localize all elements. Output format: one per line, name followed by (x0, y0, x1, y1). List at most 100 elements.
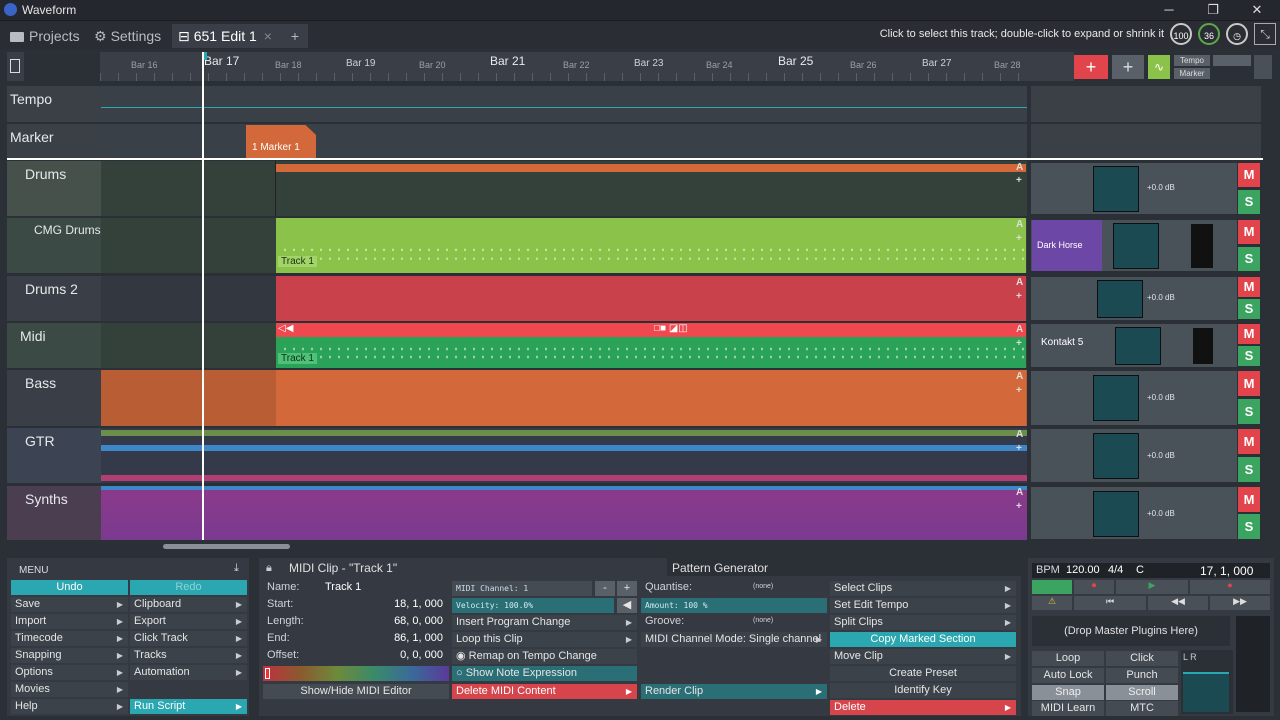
track-header-drums-2[interactable]: Drums 2 (7, 276, 101, 321)
rewind-button[interactable]: ◀◀ (1148, 596, 1208, 610)
marker-toggle[interactable]: Marker (1174, 68, 1210, 79)
add-plugin-icon[interactable]: + (1016, 385, 1022, 396)
menu-export[interactable]: Export ▶ (130, 614, 247, 629)
lock-icon[interactable]: 🔒︎ (266, 562, 272, 575)
end-field[interactable]: 86, 1, 000 (359, 632, 443, 644)
length-field[interactable]: 68, 0, 000 (359, 615, 443, 627)
menu-run-script[interactable]: Run Script ▶ (130, 699, 247, 714)
menu-movies[interactable]: Movies ▶ (11, 682, 128, 697)
drums-2-clip[interactable] (276, 276, 1026, 321)
automation-a-icon[interactable]: A (1016, 487, 1023, 498)
ruler-toggle[interactable] (7, 52, 24, 81)
expand-icon[interactable]: ⤡ (1254, 23, 1276, 45)
punch-button[interactable]: Punch (1106, 668, 1178, 683)
solo-button[interactable]: S (1238, 514, 1260, 539)
add-plugin-icon[interactable]: + (1016, 175, 1022, 186)
record-arm-icon[interactable] (1032, 580, 1072, 594)
bpm-value[interactable]: 120.00 (1066, 564, 1100, 576)
tab-close-icon[interactable]: × (264, 28, 272, 44)
name-field[interactable]: Track 1 (325, 581, 361, 593)
offset-field[interactable]: 0, 0, 000 (359, 649, 443, 661)
select-clips-button[interactable]: Select Clips ▶ (830, 581, 1016, 596)
play-button[interactable]: ▶ (1116, 580, 1188, 594)
remap-tempo-toggle[interactable]: ◉ Remap on Tempo Change (452, 649, 637, 664)
snap-button[interactable]: Snap (1032, 685, 1104, 700)
mute-button[interactable]: M (1238, 371, 1260, 396)
volume-fader[interactable] (1115, 327, 1161, 365)
bass-clip[interactable] (276, 370, 1026, 426)
midi-channel-mode-button[interactable]: MIDI Channel Mode: Single channel ▶ (641, 632, 827, 647)
plugin-kontakt[interactable]: Kontakt 5 (1041, 337, 1083, 348)
menu-import[interactable]: Import ▶ (11, 614, 128, 629)
bass-lane[interactable] (101, 370, 1027, 426)
velocity-slider[interactable]: Velocity: 100.0% (452, 598, 614, 613)
menu-timecode[interactable]: Timecode ▶ (11, 631, 128, 646)
move-clip-button[interactable]: Move Clip ▶ (830, 649, 1016, 664)
solo-button[interactable]: S (1238, 299, 1260, 319)
minimize-button[interactable]: ─ (1157, 1, 1181, 19)
scroll-button[interactable]: Scroll (1106, 685, 1178, 700)
menu-automation[interactable]: Automation ▶ (130, 665, 247, 680)
track-header-drums[interactable]: Drums (7, 161, 101, 216)
midi-lane[interactable]: ◁◀ □■ ◪◫ Track 1 (101, 323, 1027, 368)
mute-button[interactable]: M (1238, 324, 1260, 344)
time-signature[interactable]: 4/4 (1108, 564, 1123, 576)
marker-track-header[interactable]: Marker (7, 124, 101, 158)
cmg-drums-lane[interactable]: Track 1 (101, 218, 1027, 273)
menu-clipboard[interactable]: Clipboard ▶ (130, 597, 247, 612)
midi-clip-header[interactable]: ◁◀ □■ ◪◫ (276, 323, 1026, 337)
tempo-track-header[interactable]: Tempo (7, 86, 101, 122)
track-header-midi[interactable]: Midi (7, 323, 101, 368)
automation-icon[interactable]: ∿ (1148, 55, 1170, 79)
warning-icon[interactable]: ⚠ (1032, 596, 1072, 610)
loop-button[interactable]: Loop (1032, 651, 1104, 666)
record-mode-icon[interactable]: ⏺ (1074, 580, 1114, 594)
tab-edit[interactable]: ⊟ 651 Edit 1 × (172, 24, 284, 48)
solo-button[interactable]: S (1238, 190, 1260, 214)
start-field[interactable]: 18, 1, 000 (359, 598, 443, 610)
marker-clip[interactable]: 1 Marker 1 (246, 125, 316, 158)
add-plugin-icon[interactable]: + (1016, 233, 1022, 244)
mute-button[interactable]: M (1238, 487, 1260, 512)
master-plugin-drop-zone[interactable]: (Drop Master Plugins Here) (1032, 616, 1230, 646)
track-header-bass[interactable]: Bass (7, 370, 101, 426)
split-clips-button[interactable]: Split Clips ▶ (830, 615, 1016, 630)
tab-projects[interactable]: Projects (4, 24, 86, 48)
timeline-ruler[interactable]: Bar 16 Bar 17 Bar 18 Bar 19 Bar 20 Bar 2… (100, 52, 1028, 81)
loop-clip-button[interactable]: Loop this Clip ▶ (452, 632, 637, 647)
volume-fader[interactable] (1097, 280, 1143, 318)
marker-lane[interactable]: 1 Marker 1 (101, 124, 1027, 158)
loop-icons[interactable]: □■ ◪◫ (654, 323, 688, 334)
track-header-gtr[interactable]: GTR (7, 428, 101, 483)
solo-button[interactable]: S (1238, 346, 1260, 366)
gtr-clip-green[interactable] (101, 430, 1027, 436)
add-plugin-icon[interactable]: + (1016, 291, 1022, 302)
automation-a-icon[interactable]: A (1016, 324, 1023, 335)
mute-button[interactable]: M (1238, 163, 1260, 187)
midi-clip[interactable]: Track 1 (276, 337, 1026, 368)
key-value[interactable]: C (1136, 564, 1144, 576)
automation-a-icon[interactable]: A (1016, 219, 1023, 230)
midi-clip[interactable]: Track 1 (276, 218, 1026, 273)
track-header-cmg-drums[interactable]: CMG Drums (7, 218, 101, 273)
loop-start-icon[interactable]: ◁◀ (278, 323, 293, 334)
playhead[interactable] (202, 52, 204, 540)
gtr-clip-pink[interactable] (101, 475, 1027, 481)
new-tab-button[interactable]: + (282, 24, 308, 48)
menu-click-track[interactable]: Click Track ▶ (130, 631, 247, 646)
track-header-synths[interactable]: Synths (7, 486, 101, 540)
go-to-start-button[interactable]: ⏮ (1074, 596, 1146, 610)
plugin-dark-horse[interactable]: Dark Horse Visual (1032, 220, 1102, 301)
download-icon[interactable]: ⤓ (234, 562, 239, 575)
volume-fader[interactable] (1093, 491, 1139, 537)
drums-2-lane[interactable] (101, 276, 1027, 321)
solo-button[interactable]: S (1238, 457, 1260, 482)
groove-value[interactable]: (none) (753, 617, 773, 624)
volume-fader[interactable] (1093, 375, 1139, 421)
automation-a-icon[interactable]: A (1016, 371, 1023, 382)
tempo-lane[interactable] (101, 86, 1027, 122)
delete-midi-content-button[interactable]: Delete MIDI Content ▶ (452, 684, 637, 699)
midi-channel-field[interactable]: MIDI Channel: 1 (452, 581, 592, 596)
automation-a-icon[interactable]: A (1016, 277, 1023, 288)
view-buttons[interactable] (1213, 55, 1251, 66)
